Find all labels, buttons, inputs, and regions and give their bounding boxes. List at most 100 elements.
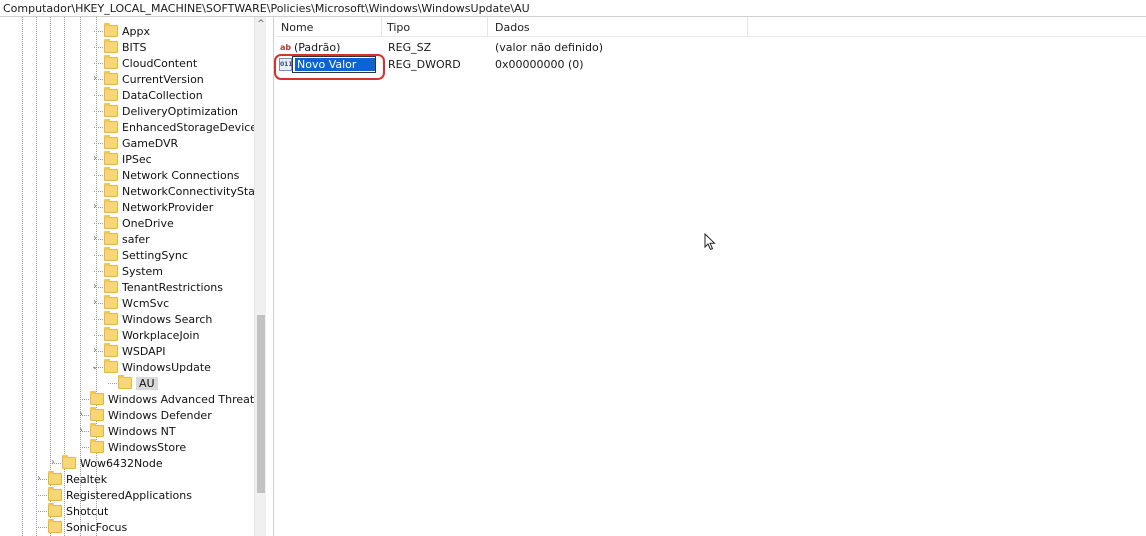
scrollbar-thumb[interactable] xyxy=(257,315,265,493)
tree-item[interactable]: DeliveryOptimization xyxy=(94,103,239,119)
tree-item[interactable]: › IPSec xyxy=(93,151,152,167)
tree-item[interactable]: EnhancedStorageDevices xyxy=(94,119,254,135)
tree-scrollbar[interactable]: ^ xyxy=(254,17,266,536)
tree-item[interactable]: › CurrentVersion xyxy=(93,71,204,87)
tree-connector xyxy=(38,495,47,496)
tree-connector xyxy=(94,319,103,320)
tree-item-label: Realtek xyxy=(66,472,108,486)
tree-item[interactable]: › Windows NT xyxy=(79,423,176,439)
tree-item[interactable]: GameDVR xyxy=(94,135,179,151)
chevron-right-icon[interactable]: › xyxy=(48,456,58,470)
folder-icon xyxy=(104,327,118,341)
column-header-data[interactable]: Dados xyxy=(495,21,530,34)
chevron-down-icon[interactable]: ⌄ xyxy=(90,360,100,374)
folder-icon xyxy=(104,135,118,149)
column-header-name[interactable]: Nome xyxy=(281,21,313,34)
tree-item[interactable]: SettingSync xyxy=(94,247,188,263)
value-type: REG_DWORD xyxy=(388,58,461,71)
chevron-right-icon[interactable]: › xyxy=(90,152,100,166)
folder-icon xyxy=(104,71,118,85)
tree-item[interactable]: CloudContent xyxy=(94,55,198,71)
chevron-right-icon[interactable]: › xyxy=(90,344,100,358)
folder-icon xyxy=(104,311,118,325)
tree-item[interactable]: OneDrive xyxy=(94,215,174,231)
chevron-right-icon[interactable]: › xyxy=(90,296,100,310)
tree-item[interactable]: WorkplaceJoin xyxy=(94,327,199,343)
column-divider[interactable] xyxy=(487,17,488,37)
folder-icon xyxy=(104,215,118,229)
tree-item[interactable]: SonicFocus xyxy=(38,519,128,535)
address-bar[interactable]: Computador\HKEY_LOCAL_MACHINE\SOFTWARE\P… xyxy=(0,0,1146,17)
tree-item-label: WSDAPI xyxy=(122,344,166,358)
tree-item[interactable]: Windows Search xyxy=(94,311,212,327)
tree-item[interactable]: Network Connections xyxy=(94,167,239,183)
tree-item[interactable]: BITS xyxy=(94,39,147,55)
tree-item[interactable]: › WSDAPI xyxy=(93,343,166,359)
value-data: (valor não definido) xyxy=(495,41,603,54)
tree-connector xyxy=(94,191,103,192)
tree-item-label: TenantRestrictions xyxy=(122,280,224,294)
tree-connector xyxy=(94,271,103,272)
tree-connector xyxy=(80,399,89,400)
pane-splitter[interactable] xyxy=(266,17,274,536)
tree-item-label: System xyxy=(122,264,164,278)
tree-item[interactable]: NetworkConnectivityStatusI xyxy=(94,183,254,199)
chevron-right-icon[interactable]: › xyxy=(76,424,86,438)
folder-icon xyxy=(48,503,62,517)
folder-icon xyxy=(104,247,118,261)
tree-item-label: CloudContent xyxy=(122,56,198,70)
tree-item[interactable]: Appx xyxy=(94,23,150,39)
tree-item[interactable]: Windows Advanced Threat Pro xyxy=(80,391,254,407)
value-row-new[interactable]: 011 Novo Valor #1 REG_DWORD 0x00000000 (… xyxy=(275,56,1146,84)
tree-item[interactable]: WindowsStore xyxy=(80,439,187,455)
tree-item[interactable]: › safer xyxy=(93,231,150,247)
tree-item-label: WcmSvc xyxy=(122,296,170,310)
tree-item[interactable]: › Realtek xyxy=(37,471,108,487)
tree-connector xyxy=(94,111,103,112)
tree-item[interactable]: DataCollection xyxy=(94,87,203,103)
chevron-right-icon[interactable]: › xyxy=(90,280,100,294)
tree-item[interactable]: Shotcut xyxy=(38,503,109,519)
value-name: (Padrão) xyxy=(294,41,341,54)
tree-item-label: RegisteredApplications xyxy=(66,488,192,502)
folder-icon xyxy=(104,359,118,373)
chevron-right-icon[interactable]: › xyxy=(90,232,100,246)
tree-item-label: Windows Defender xyxy=(108,408,212,422)
tree-item[interactable]: › Wow6432Node xyxy=(51,455,163,471)
tree-item-label: GameDVR xyxy=(122,136,179,150)
folder-icon xyxy=(104,263,118,277)
tree-connector xyxy=(94,31,103,32)
tree-item[interactable]: RegisteredApplications xyxy=(38,487,192,503)
tree-item-label: Wow6432Node xyxy=(80,456,163,470)
highlight-annotation xyxy=(274,54,385,80)
column-divider[interactable] xyxy=(381,17,382,37)
tree-item[interactable]: AU xyxy=(108,375,158,391)
folder-icon xyxy=(104,39,118,53)
tree-item-label: WindowsUpdate xyxy=(122,360,211,374)
tree-item[interactable]: › Windows Defender xyxy=(79,407,212,423)
column-header-type[interactable]: Tipo xyxy=(387,21,410,34)
folder-icon xyxy=(90,423,104,437)
tree-guide xyxy=(22,17,23,536)
tree-item-label: Appx xyxy=(122,24,150,38)
chevron-right-icon[interactable]: › xyxy=(34,472,44,486)
tree-item[interactable]: System xyxy=(94,263,164,279)
chevron-right-icon[interactable]: › xyxy=(90,200,100,214)
tree-item-label: Windows Advanced Threat Pro xyxy=(108,392,254,406)
folder-icon xyxy=(48,487,62,501)
tree-item-label: SonicFocus xyxy=(66,520,128,534)
tree-item-label: DeliveryOptimization xyxy=(122,104,239,118)
chevron-right-icon[interactable]: › xyxy=(76,408,86,422)
tree-item[interactable]: ⌄ WindowsUpdate xyxy=(91,359,211,375)
tree-item-label: WindowsStore xyxy=(108,440,187,454)
tree-item-label: NetworkProvider xyxy=(122,200,214,214)
value-row-default[interactable]: ab (Padrão) REG_SZ (valor não definido) xyxy=(275,40,1146,56)
tree-item-label: Shotcut xyxy=(66,504,109,518)
tree-item[interactable]: › WcmSvc xyxy=(93,295,170,311)
column-divider[interactable] xyxy=(747,17,748,37)
chevron-right-icon[interactable]: › xyxy=(90,72,100,86)
tree-item[interactable]: › NetworkProvider xyxy=(93,199,214,215)
tree-item-label: SettingSync xyxy=(122,248,188,262)
tree-item-label: Windows NT xyxy=(108,424,176,438)
tree-item[interactable]: › TenantRestrictions xyxy=(93,279,224,295)
